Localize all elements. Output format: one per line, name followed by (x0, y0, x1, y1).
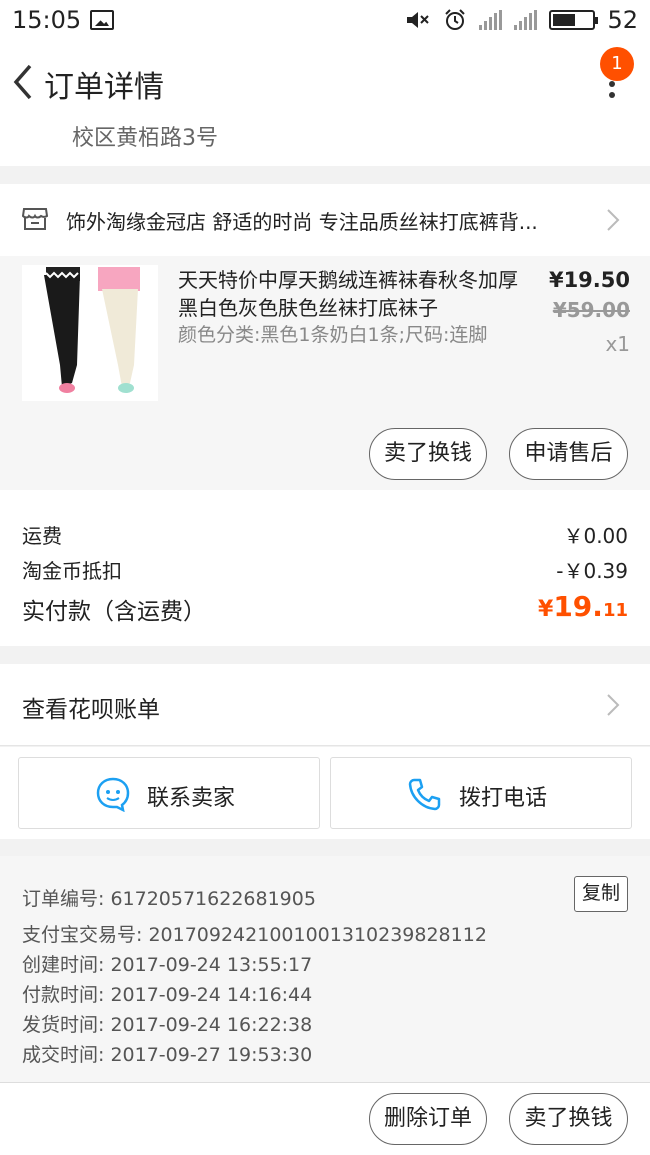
chevron-right-icon (607, 209, 620, 231)
contact-seller-button[interactable]: 联系卖家 (18, 757, 320, 829)
battery-icon (549, 10, 599, 30)
phone-icon (408, 778, 441, 811)
product-title: 天天特价中厚天鹅绒连裤袜春秋冬加厚黑白色灰色肤色丝袜打底袜子 (178, 268, 518, 320)
address-text: 校区黄栢路3号 (72, 126, 218, 151)
contact-section: 联系卖家 拨打电话 (0, 747, 650, 839)
bottom-sell-for-cash-button[interactable]: 卖了换钱 (509, 1093, 628, 1145)
apply-after-sale-button[interactable]: 申请售后 (509, 428, 628, 480)
cost-summary: 运费 ￥0.00 淘金币抵扣 -￥0.39 实付款（含运费） ¥19.11 (0, 490, 650, 646)
battery-level: 52 (607, 6, 638, 34)
shipping-time: 发货时间: 2017-09-24 16:22:38 (22, 1014, 313, 1036)
contact-seller-label: 联系卖家 (147, 786, 236, 811)
delete-order-button[interactable]: 删除订单 (369, 1093, 487, 1145)
call-phone-label: 拨打电话 (459, 786, 548, 811)
sell-for-cash-button[interactable]: 卖了换钱 (369, 428, 487, 480)
signal-2-icon (514, 10, 538, 30)
order-info: 订单编号: 61720571622681905 复制 支付宝交易号: 20170… (0, 856, 650, 1082)
shop-row[interactable]: 饰外淘缘金冠店 舒适的时尚 专注品质丝袜打底裤背... (0, 184, 650, 256)
huabei-bill-label: 查看花呗账单 (22, 697, 160, 723)
product-sku: 颜色分类:黑色1条奶白1条;尺码:连脚 (178, 324, 488, 346)
shop-icon (22, 208, 48, 230)
signal-icon (479, 10, 503, 30)
order-number: 订单编号: 61720571622681905 (22, 888, 316, 910)
created-time: 创建时间: 2017-09-24 13:55:17 (22, 954, 313, 976)
payment-time: 付款时间: 2017-09-24 14:16:44 (22, 984, 313, 1006)
huabei-bill-row[interactable]: 查看花呗账单 (0, 664, 650, 746)
header: 订单详情 1 (0, 40, 650, 126)
paid-amount-label: 实付款（含运费） (22, 599, 206, 625)
original-price: ¥59.00 (552, 298, 630, 322)
alipay-trade-number: 支付宝交易号: 2017092421001001310239828112 (22, 924, 487, 946)
gallery-notification-icon (90, 10, 114, 30)
product-image[interactable] (22, 265, 158, 401)
status-time: 15:05 (12, 6, 82, 34)
shipping-value: ￥0.00 (563, 524, 628, 548)
coin-deduction-label: 淘金币抵扣 (22, 559, 122, 583)
product-quantity: x1 (605, 332, 630, 356)
status-icons: 52 (405, 6, 638, 34)
mute-icon (407, 12, 430, 28)
alarm-icon (445, 9, 466, 30)
chat-bubble-icon (96, 777, 130, 812)
notification-badge: 1 (600, 47, 634, 81)
product-price: ¥19.50 (548, 268, 630, 292)
chevron-right-icon (607, 694, 620, 716)
shop-name: 饰外淘缘金冠店 舒适的时尚 专注品质丝袜打底裤背... (66, 210, 538, 234)
shipping-label: 运费 (22, 524, 62, 548)
paid-amount-value: ¥19.11 (538, 590, 628, 623)
call-phone-button[interactable]: 拨打电话 (330, 757, 632, 829)
completed-time: 成交时间: 2017-09-27 19:53:30 (22, 1044, 313, 1066)
address-section: 校区黄栢路3号 (0, 126, 650, 166)
copy-button[interactable]: 复制 (574, 876, 628, 912)
page-title: 订单详情 (44, 70, 164, 105)
product-item[interactable]: 天天特价中厚天鹅绒连裤袜春秋冬加厚黑白色灰色肤色丝袜打底袜子 颜色分类:黑色1条… (0, 256, 650, 490)
coin-deduction-value: -￥0.39 (556, 559, 628, 583)
back-arrow-icon[interactable] (8, 62, 38, 102)
bottom-action-bar: 删除订单 卖了换钱 (0, 1082, 650, 1155)
status-bar: 15:05 52 (0, 0, 650, 40)
